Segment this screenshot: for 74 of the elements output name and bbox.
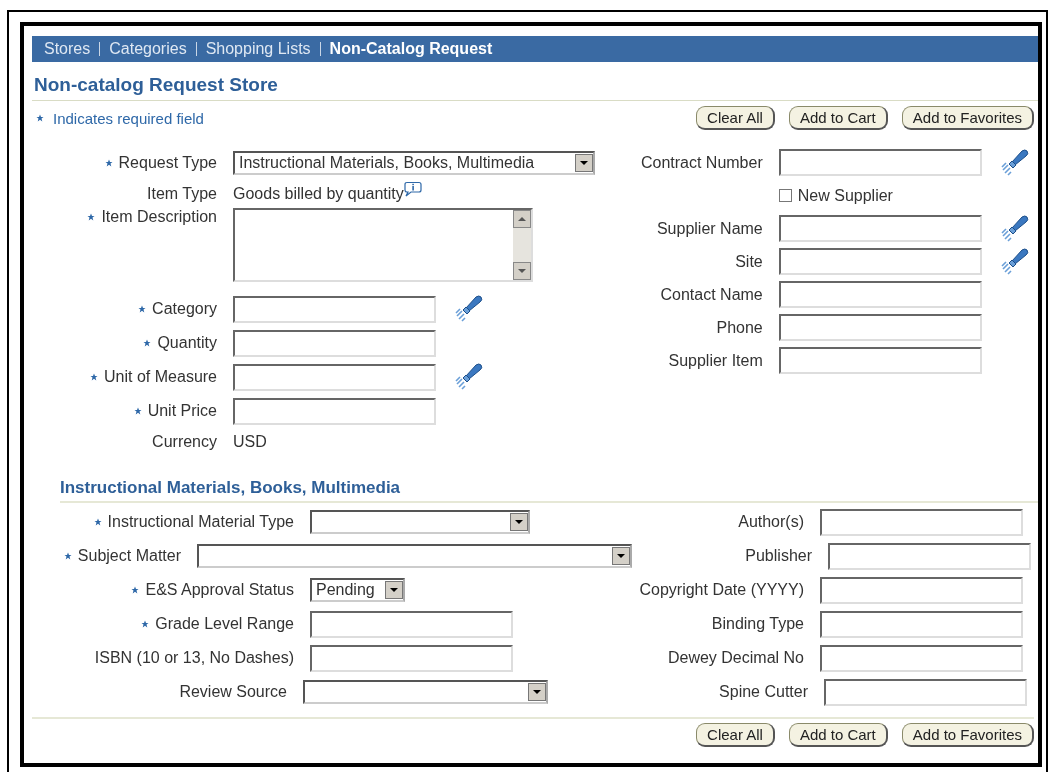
- field-label: Dewey Decimal No: [667, 649, 804, 667]
- scrollbar-drawing: [513, 210, 531, 280]
- text-field[interactable]: [310, 644, 513, 672]
- text-field[interactable]: [778, 347, 982, 374]
- action-button[interactable]: Clear All: [696, 723, 775, 747]
- field-label: Unit Price: [147, 402, 217, 420]
- text-area[interactable]: [233, 208, 533, 282]
- field-label: Spine Cutter: [719, 683, 808, 701]
- dropdown-arrow-button[interactable]: [575, 154, 593, 172]
- text-field[interactable]: [233, 397, 436, 425]
- field-label: Binding Type: [711, 615, 804, 633]
- text-field[interactable]: [828, 542, 1031, 570]
- text-field[interactable]: [778, 215, 982, 242]
- dropdown[interactable]: [310, 510, 530, 534]
- field-value: Goods billed by quantity: [233, 185, 404, 203]
- field-label: Unit of Measure: [104, 368, 217, 386]
- text-field[interactable]: [778, 314, 982, 341]
- field-label: Site: [735, 252, 763, 271]
- field-label: Subject Matter: [77, 547, 181, 565]
- text-field[interactable]: [778, 149, 982, 176]
- field-value: USD: [233, 433, 267, 451]
- dropdown[interactable]: [197, 544, 632, 568]
- dropdown-arrow-button[interactable]: [510, 513, 528, 531]
- text-field[interactable]: [824, 678, 1027, 706]
- field-label: Author(s): [738, 513, 804, 531]
- field-label: Item Description: [101, 208, 217, 226]
- field-label: Quantity: [157, 334, 217, 352]
- text-field[interactable]: [820, 508, 1023, 536]
- dropdown-arrow-button[interactable]: [612, 547, 630, 565]
- text-field[interactable]: [820, 610, 1023, 638]
- text-field[interactable]: [820, 576, 1023, 604]
- field-label: Contact Name: [660, 285, 763, 304]
- dropdown-arrow-button[interactable]: [528, 683, 546, 701]
- dropdown[interactable]: Instructional Materials, Books, Multimedia: [233, 151, 595, 175]
- text-field[interactable]: [310, 610, 513, 638]
- field-label: Phone: [716, 318, 763, 337]
- action-button[interactable]: Clear All: [696, 106, 775, 130]
- checkbox-label: New Supplier: [797, 186, 893, 205]
- action-button[interactable]: Add to Favorites: [901, 106, 1034, 130]
- dropdown[interactable]: [303, 680, 548, 704]
- text-field[interactable]: [233, 329, 436, 357]
- text-field[interactable]: [820, 644, 1023, 672]
- field-label: Supplier Name: [656, 219, 763, 238]
- action-button[interactable]: Add to Cart: [788, 723, 888, 747]
- field-label: Publisher: [745, 547, 812, 565]
- section-title: Instructional Materials, Books, Multimedia: [60, 478, 1038, 503]
- field-label: Supplier Item: [668, 351, 763, 370]
- field-label: Copyright Date (YYYY): [639, 581, 804, 599]
- dropdown-arrow-button[interactable]: [385, 581, 403, 599]
- field-label: Contract Number: [640, 153, 763, 172]
- nav-tab[interactable]: Categories: [109, 40, 187, 58]
- field-label: Instructional Material Type: [107, 513, 294, 531]
- text-field[interactable]: [233, 295, 436, 323]
- required-icon: [36, 114, 44, 122]
- action-button[interactable]: Add to Favorites: [901, 723, 1034, 747]
- action-button[interactable]: Add to Cart: [788, 106, 888, 130]
- nav-tab[interactable]: Non-Catalog Request: [329, 40, 493, 58]
- field-label: Request Type: [118, 154, 217, 172]
- nav-tab[interactable]: Stores: [44, 40, 91, 58]
- dropdown[interactable]: Pending: [310, 578, 405, 602]
- field-label: Item Type: [147, 185, 217, 203]
- text-field[interactable]: [233, 363, 436, 391]
- page-title: Non-catalog Request Store: [32, 62, 1038, 101]
- field-label: E&S Approval Status: [145, 581, 294, 599]
- field-label: Currency: [152, 433, 217, 451]
- checkbox[interactable]: [778, 189, 792, 202]
- required-note: Indicates required field: [53, 109, 204, 127]
- text-field[interactable]: [778, 281, 982, 308]
- field-label: Grade Level Range: [155, 615, 294, 633]
- text-field[interactable]: [778, 248, 982, 275]
- field-label: ISBN (10 or 13, No Dashes): [94, 649, 294, 667]
- field-label: Category: [152, 300, 217, 318]
- field-label: Review Source: [179, 683, 287, 701]
- nav-tab[interactable]: Shopping Lists: [205, 40, 311, 58]
